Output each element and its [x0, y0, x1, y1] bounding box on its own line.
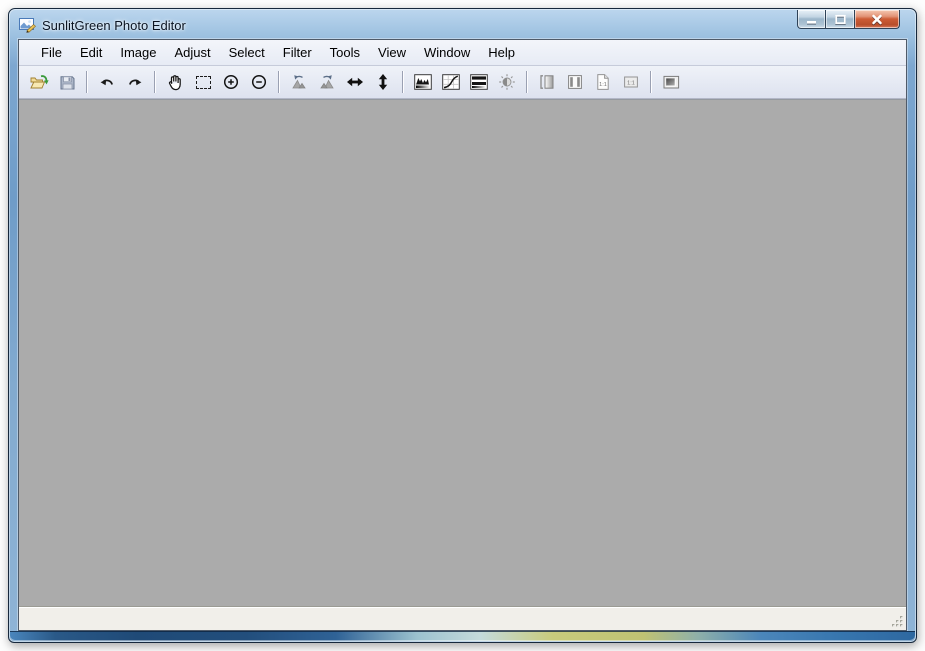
flip-vertical-icon: [374, 73, 392, 91]
hand-icon: [166, 73, 184, 91]
fullscreen-icon: [662, 74, 681, 91]
toolbar-separator: [402, 71, 404, 93]
maximize-icon: [832, 12, 849, 27]
actual-size-label: 1:1: [599, 82, 607, 88]
save-icon: [59, 74, 76, 91]
fit-width-icon: [538, 73, 556, 91]
channel-mixer-icon: [470, 74, 488, 90]
menu-tools[interactable]: Tools: [321, 41, 369, 65]
resize-grip[interactable]: [890, 614, 904, 628]
menu-file[interactable]: File: [32, 41, 71, 65]
zoom-100-icon: 1:1: [622, 73, 640, 91]
save-button[interactable]: [54, 69, 80, 95]
minimize-button[interactable]: [797, 10, 826, 29]
rotate-cw-icon: [318, 74, 336, 91]
client-area: File Edit Image Adjust Select Filter Too…: [18, 39, 907, 631]
toolbar-separator: [86, 71, 88, 93]
curves-icon: [442, 74, 460, 90]
open-icon: [29, 73, 49, 91]
toolbar-separator: [650, 71, 652, 93]
zoom-in-icon: [222, 73, 240, 91]
toolbar: 1:1 1:1: [19, 66, 906, 99]
undo-icon: [98, 73, 116, 91]
menu-view[interactable]: View: [369, 41, 415, 65]
levels-icon: [414, 74, 432, 90]
zoom-out-button[interactable]: [246, 69, 272, 95]
rotate-ccw-icon: [290, 74, 308, 91]
levels-button[interactable]: [410, 69, 436, 95]
desktop: SunlitGreen Photo Editor: [0, 0, 925, 651]
fit-window-button[interactable]: [562, 69, 588, 95]
redo-icon: [126, 73, 144, 91]
sun-icon: [498, 73, 516, 91]
close-icon: [869, 12, 885, 27]
workspace-canvas[interactable]: [19, 99, 906, 606]
flip-vertical-button[interactable]: [370, 69, 396, 95]
statusbar: [19, 606, 906, 630]
rotate-cw-button[interactable]: [314, 69, 340, 95]
flip-horizontal-button[interactable]: [342, 69, 368, 95]
zoom-100-button[interactable]: 1:1: [618, 69, 644, 95]
redo-button[interactable]: [122, 69, 148, 95]
color-balance-button[interactable]: [494, 69, 520, 95]
toolbar-separator: [154, 71, 156, 93]
menu-select[interactable]: Select: [220, 41, 274, 65]
app-icon: [19, 17, 36, 33]
menu-help[interactable]: Help: [479, 41, 524, 65]
zoom-out-icon: [250, 73, 268, 91]
menubar: File Edit Image Adjust Select Filter Too…: [19, 40, 906, 66]
menu-filter[interactable]: Filter: [274, 41, 321, 65]
zoom-100-label: 1:1: [627, 81, 635, 87]
curves-button[interactable]: [438, 69, 464, 95]
menu-window[interactable]: Window: [415, 41, 479, 65]
minimize-icon: [803, 12, 820, 27]
menu-edit[interactable]: Edit: [71, 41, 111, 65]
menu-image[interactable]: Image: [111, 41, 165, 65]
rotate-ccw-button[interactable]: [286, 69, 312, 95]
app-window: SunlitGreen Photo Editor: [8, 8, 917, 643]
titlebar[interactable]: SunlitGreen Photo Editor: [9, 9, 916, 39]
fit-window-icon: [566, 73, 584, 91]
actual-size-icon: 1:1: [594, 73, 612, 91]
window-border-bottom: [10, 631, 915, 641]
menu-adjust[interactable]: Adjust: [166, 41, 220, 65]
undo-button[interactable]: [94, 69, 120, 95]
fullscreen-button[interactable]: [658, 69, 684, 95]
window-title: SunlitGreen Photo Editor: [42, 18, 186, 33]
actual-size-button[interactable]: 1:1: [590, 69, 616, 95]
select-rectangle-button[interactable]: [190, 69, 216, 95]
open-button[interactable]: [26, 69, 52, 95]
window-controls: [797, 10, 900, 29]
close-button[interactable]: [855, 10, 900, 29]
toolbar-separator: [526, 71, 528, 93]
toolbar-separator: [278, 71, 280, 93]
pan-tool-button[interactable]: [162, 69, 188, 95]
fit-width-button[interactable]: [534, 69, 560, 95]
channel-mixer-button[interactable]: [466, 69, 492, 95]
flip-horizontal-icon: [346, 73, 364, 91]
zoom-in-button[interactable]: [218, 69, 244, 95]
maximize-button[interactable]: [826, 10, 855, 29]
marquee-icon: [196, 76, 211, 89]
